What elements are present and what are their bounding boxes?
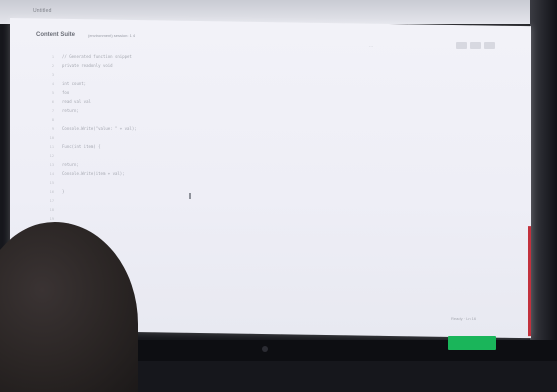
code-text: foo xyxy=(62,90,70,95)
line-number: 16 xyxy=(49,189,54,194)
text-cursor xyxy=(189,193,191,199)
line-number: 6 xyxy=(51,99,54,104)
code-line: 5 foo xyxy=(36,88,466,97)
line-number: 12 xyxy=(49,153,54,158)
file-name: Content Suite xyxy=(36,32,75,38)
line-number: 15 xyxy=(49,180,54,185)
line-number: 9 xyxy=(51,126,54,131)
editor-header: Content Suite (environment) session: 1 4… xyxy=(36,32,506,49)
code-text: Console.Write(item + val); xyxy=(62,171,125,176)
line-number: 11 xyxy=(49,144,54,149)
line-number: 4 xyxy=(51,81,54,86)
line-number: 5 xyxy=(51,90,54,95)
line-number: 10 xyxy=(49,135,54,140)
line-number: 18 xyxy=(49,207,54,212)
line-number: 14 xyxy=(49,171,54,176)
code-text: } xyxy=(62,189,65,194)
line-number: 13 xyxy=(49,162,54,167)
code-text: return; xyxy=(62,162,79,167)
code-line: 19 xyxy=(36,214,466,223)
code-line: 2 private readonly void xyxy=(36,61,466,70)
code-line: 14 Console.Write(item + val); xyxy=(36,169,466,178)
line-number: 19 xyxy=(49,216,54,221)
code-line: 15 xyxy=(36,178,466,187)
line-number: 1 xyxy=(51,54,54,59)
code-line: 13 return; xyxy=(36,160,466,169)
code-text: // Generated function snippet xyxy=(62,54,132,59)
code-line: 3 xyxy=(36,70,466,79)
code-line: 10 xyxy=(36,133,466,142)
code-text: private readonly void xyxy=(62,63,113,68)
code-text: Console.Write("value: " + val); xyxy=(62,126,137,131)
code-line: 17 xyxy=(36,196,466,205)
line-number: 2 xyxy=(51,63,54,68)
code-text: return; xyxy=(62,108,79,113)
editor-mode-label: ··· xyxy=(369,44,373,49)
scroll-accent xyxy=(528,226,531,337)
window-title: Untitled xyxy=(33,8,52,14)
share-button[interactable] xyxy=(470,42,481,49)
code-line: 18 xyxy=(36,205,466,214)
status-text: Ready · Ln 16 xyxy=(451,316,477,321)
code-line: 11 Func(int item) { xyxy=(36,142,466,151)
code-line: 12 xyxy=(36,151,466,160)
code-line: 6 read val val xyxy=(36,97,466,106)
file-meta: (environment) session: 1 4 xyxy=(88,33,136,38)
line-number: 3 xyxy=(51,72,54,77)
code-line: 8 xyxy=(36,115,466,124)
code-line: 1 // Generated function snippet xyxy=(36,52,466,61)
code-line: 7 return; xyxy=(36,106,466,115)
line-number: 8 xyxy=(51,117,54,122)
submit-button[interactable] xyxy=(448,336,496,350)
code-line: 4 int count; xyxy=(36,79,466,88)
settings-button[interactable] xyxy=(456,42,467,49)
power-led-icon xyxy=(262,346,268,352)
code-text: int count; xyxy=(62,81,87,86)
code-text: read val val xyxy=(62,99,91,104)
code-line: 9 Console.Write("value: " + val); xyxy=(36,124,466,133)
run-button[interactable] xyxy=(484,42,495,49)
line-number: 17 xyxy=(49,198,54,203)
code-text: Func(int item) { xyxy=(62,144,101,149)
code-editor[interactable]: 1 // Generated function snippet 2 private… xyxy=(36,52,466,223)
code-line: 16 } xyxy=(36,187,466,196)
monitor-bezel xyxy=(530,0,557,361)
line-number: 7 xyxy=(51,108,54,113)
